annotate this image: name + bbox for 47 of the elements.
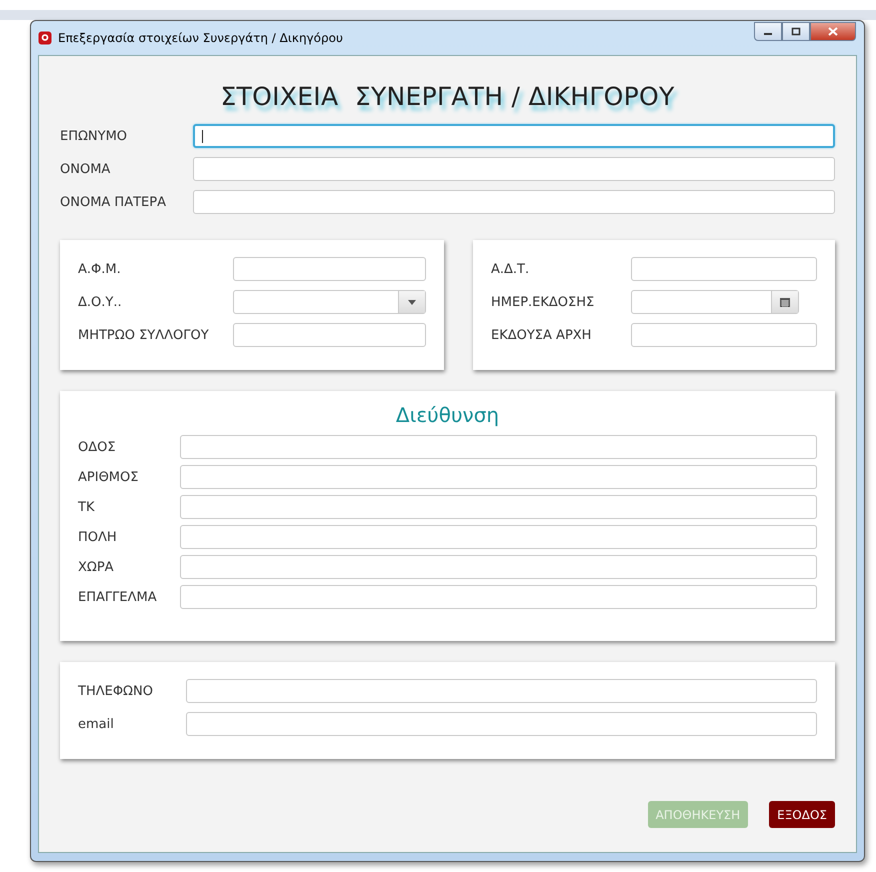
field-label: ΜΗΤΡΩΟ ΣΥΛΛΟΓΟΥ xyxy=(78,328,210,342)
field-label: email xyxy=(78,716,115,732)
date-field[interactable] xyxy=(631,290,799,314)
exit-button[interactable]: ΕΞΟΔΟΣ xyxy=(769,801,835,828)
field-label: ΤΚ xyxy=(78,500,96,514)
field-label: ΤΗΛΕΦΩΝΟ xyxy=(78,684,154,698)
app-icon xyxy=(38,31,52,45)
close-icon xyxy=(828,27,838,36)
maximize-button[interactable] xyxy=(782,22,810,41)
field-label: ΠΟΛΗ xyxy=(78,530,118,544)
input-field[interactable] xyxy=(233,257,426,281)
field-label: ΑΡΙΘΜΟΣ xyxy=(78,470,140,484)
input-field[interactable] xyxy=(186,679,817,703)
dropdown-field[interactable] xyxy=(233,290,426,314)
input-field[interactable] xyxy=(193,124,835,148)
minimize-button[interactable] xyxy=(754,22,782,41)
input-field[interactable] xyxy=(186,712,817,736)
input-field[interactable] xyxy=(193,190,835,214)
maximize-icon xyxy=(791,27,801,36)
input-field[interactable] xyxy=(180,555,817,579)
text-caret xyxy=(202,130,203,143)
field-label: ΕΠΩΝΥΜΟ xyxy=(60,128,128,144)
field-label: Δ.Ο.Υ.. xyxy=(78,294,123,310)
field-label: ΟΝΟΜΑ ΠΑΤΕΡΑ xyxy=(60,194,167,210)
panel-title: Διεύθυνση xyxy=(394,403,500,427)
field-label: ΟΔΟΣ xyxy=(78,440,117,454)
field-label: ΕΚΔΟΥΣΑ ΑΡΧΗ xyxy=(491,328,592,342)
field-label: Α.Φ.Μ. xyxy=(78,262,122,276)
field-label: ΧΩΡΑ xyxy=(78,560,115,574)
input-field[interactable] xyxy=(180,585,817,609)
field-label: ΟΝΟΜΑ xyxy=(60,162,112,176)
input-field[interactable] xyxy=(180,495,817,519)
input-field[interactable] xyxy=(631,323,817,347)
input-field[interactable] xyxy=(631,257,817,281)
calendar-icon xyxy=(780,298,790,306)
field-label: ΗΜΕΡ.ΕΚΔΟΣΗΣ xyxy=(491,294,596,310)
input-field[interactable] xyxy=(180,465,817,489)
close-button[interactable] xyxy=(810,22,856,41)
input-field[interactable] xyxy=(180,435,817,459)
window-title: Επεξεργασία στοιχείων Συνεργάτη / Δικηγόρου xyxy=(58,31,343,45)
input-field[interactable] xyxy=(233,323,426,347)
form-heading: ΣΤΟΙΧΕΙΑ ΣΥΝΕΡΓΑΤΗ / ΔΙΚΗΓΟΡΟΥ xyxy=(219,82,676,113)
input-field[interactable] xyxy=(180,525,817,549)
input-field[interactable] xyxy=(193,157,835,181)
field-label: ΕΠΑΓΓΕΛΜΑ xyxy=(78,590,158,604)
caret-icon xyxy=(408,300,416,304)
field-label: Α.Δ.Τ. xyxy=(491,262,530,276)
